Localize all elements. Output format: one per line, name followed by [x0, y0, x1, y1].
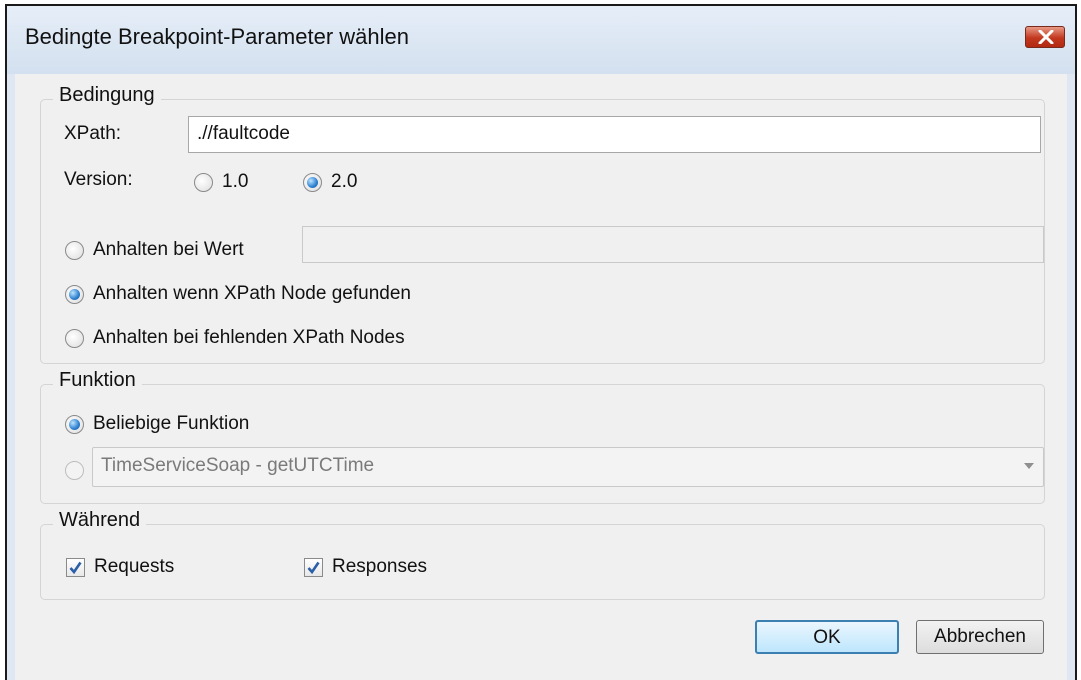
- condition-legend: Bedingung: [53, 84, 161, 107]
- ok-button[interactable]: OK: [755, 620, 899, 654]
- any-function-radio[interactable]: [65, 415, 84, 434]
- stop-at-value-label[interactable]: Anhalten bei Wert: [93, 239, 244, 261]
- stop-when-found-label[interactable]: Anhalten wenn XPath Node gefunden: [93, 283, 411, 305]
- stop-when-missing-label[interactable]: Anhalten bei fehlenden XPath Nodes: [93, 327, 405, 349]
- chevron-down-icon: [1024, 463, 1034, 469]
- responses-checkbox[interactable]: [304, 558, 323, 577]
- title-bar[interactable]: Bedingte Breakpoint-Parameter wählen: [7, 6, 1075, 74]
- function-group: Funktion Beliebige Funktion TimeServiceS…: [40, 369, 1045, 504]
- dialog-body: Bedingung XPath: .//faultcode Version: 1…: [15, 74, 1067, 680]
- function-select-value: TimeServiceSoap - getUTCTime: [101, 455, 375, 476]
- stop-when-missing-radio[interactable]: [65, 329, 84, 348]
- version-1-0-label[interactable]: 1.0: [222, 171, 248, 193]
- responses-label[interactable]: Responses: [332, 556, 427, 578]
- stop-at-value-radio[interactable]: [65, 241, 84, 260]
- function-select[interactable]: TimeServiceSoap - getUTCTime: [92, 447, 1044, 487]
- dialog-title: Bedingte Breakpoint-Parameter wählen: [25, 24, 410, 49]
- close-x-icon: [1038, 30, 1054, 44]
- any-function-label[interactable]: Beliebige Funktion: [93, 413, 249, 435]
- close-button[interactable]: [1025, 26, 1065, 48]
- xpath-input[interactable]: .//faultcode: [188, 116, 1041, 153]
- function-legend: Funktion: [53, 369, 142, 392]
- version-1-0-radio[interactable]: [194, 173, 213, 192]
- checkmark-icon: [69, 561, 82, 575]
- version-2-0-radio[interactable]: [303, 173, 322, 192]
- checkmark-icon: [307, 561, 320, 575]
- version-label: Version:: [64, 169, 133, 190]
- version-2-0-label[interactable]: 2.0: [331, 171, 357, 193]
- xpath-label: XPath:: [64, 123, 122, 144]
- dialog-window: Bedingte Breakpoint-Parameter wählen Bed…: [5, 4, 1077, 680]
- stop-at-value-input[interactable]: [302, 226, 1044, 263]
- stop-when-found-radio[interactable]: [65, 285, 84, 304]
- condition-group: Bedingung XPath: .//faultcode Version: 1…: [40, 84, 1045, 364]
- cancel-button[interactable]: Abbrechen: [916, 620, 1044, 654]
- requests-checkbox[interactable]: [66, 558, 85, 577]
- requests-label[interactable]: Requests: [94, 556, 174, 578]
- specific-function-radio[interactable]: [65, 461, 84, 480]
- during-legend: Während: [53, 509, 147, 532]
- during-group: Während Requests Responses: [40, 509, 1045, 600]
